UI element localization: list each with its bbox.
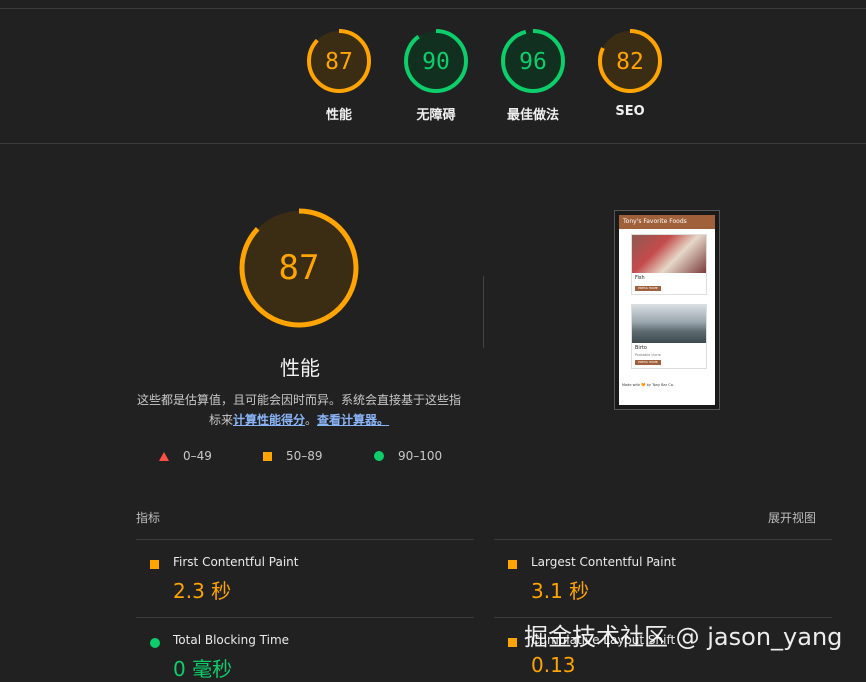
watermark: 掘金技术社区 @ jason_yang — [524, 623, 843, 651]
square-icon — [508, 560, 517, 569]
metrics-divider — [136, 617, 474, 618]
metrics-divider — [494, 539, 832, 540]
gauge-label: 最佳做法 — [506, 108, 559, 123]
performance-gauge-large: 87 — [239, 208, 359, 328]
legend-range: 90–100 — [398, 449, 443, 463]
circle-icon — [150, 638, 160, 648]
expand-view-toggle[interactable]: 展开视图 — [768, 509, 816, 526]
circle-icon — [374, 451, 384, 461]
gauge-label: 性能 — [325, 108, 352, 123]
metric-name: Total Blocking Time — [173, 633, 290, 647]
square-icon — [263, 451, 272, 461]
metric-name: Largest Contentful Paint — [531, 555, 676, 569]
square-icon — [508, 638, 517, 647]
legend-range: 0–49 — [183, 449, 212, 463]
food-image — [632, 235, 706, 273]
gauge-ring-accessibility: 90 — [404, 29, 468, 93]
legend-fail: 0–49 — [159, 449, 212, 463]
metric-value: 0.13 — [531, 653, 576, 677]
performance-title: 性能 — [280, 356, 320, 380]
preview-button: PRESS HOME — [635, 360, 661, 365]
gauge-score: 87 — [325, 49, 353, 75]
gauge-seo[interactable]: 82 SEO — [597, 28, 663, 119]
legend-pass: 90–100 — [374, 449, 442, 463]
preview-item-name: Birto — [635, 345, 647, 351]
gauge-label: SEO — [615, 104, 645, 119]
preview-header: Tony's Favorite Foods — [619, 215, 715, 229]
gauge-best-practices[interactable]: 96 最佳做法 — [500, 28, 566, 123]
landscape-image — [632, 305, 706, 343]
section-divider — [0, 143, 866, 144]
metric-name: First Contentful Paint — [173, 555, 299, 569]
triangle-icon — [159, 451, 169, 461]
gauge-score: 96 — [519, 49, 547, 75]
preview-button: PRESS HOME — [635, 286, 661, 291]
preview-footer: Made with 🧡 by Tony Bar Co. — [622, 383, 674, 387]
gauge-ring-performance: 87 — [307, 29, 371, 93]
square-icon — [150, 560, 159, 569]
gauge-ring-seo: 82 — [598, 29, 662, 93]
gauge-accessibility[interactable]: 90 无障碍 — [403, 28, 469, 123]
metric-value: 3.1 秒 — [531, 579, 590, 603]
gauge-label: 无障碍 — [416, 108, 456, 123]
calculator-link[interactable]: 查看计算器。 — [317, 413, 389, 427]
vertical-separator — [483, 276, 484, 348]
legend-range: 50–89 — [286, 449, 323, 463]
page-preview: Tony's Favorite Foods Fish PRESS HOME Bi… — [619, 215, 715, 405]
final-screenshot-thumbnail[interactable]: Tony's Favorite Foods Fish PRESS HOME Bi… — [614, 210, 720, 410]
legend-average: 50–89 — [263, 449, 323, 463]
metrics-title: 指标 — [136, 511, 161, 525]
preview-item-sub: Probable clone — [635, 353, 661, 357]
metric-value: 2.3 秒 — [173, 579, 232, 603]
gauge-ring-best-practices: 96 — [501, 29, 565, 93]
gauge-performance[interactable]: 87 性能 — [306, 28, 372, 123]
description-sep: 。 — [305, 413, 318, 427]
preview-item-name: Fish — [635, 275, 645, 281]
preview-card: Birto Probable clone PRESS HOME — [631, 304, 707, 369]
performance-score: 87 — [279, 248, 320, 288]
preview-card: Fish PRESS HOME — [631, 234, 707, 295]
top-border — [0, 8, 866, 9]
gauge-score: 82 — [616, 49, 644, 75]
metrics-divider — [136, 539, 474, 540]
calc-score-link[interactable]: 计算性能得分 — [233, 413, 305, 427]
performance-description: 这些都是估算值，且可能会因时而异。系统会直接基于这些指标来计算性能得分。查看计算… — [132, 390, 466, 430]
gauge-score: 90 — [422, 49, 450, 75]
